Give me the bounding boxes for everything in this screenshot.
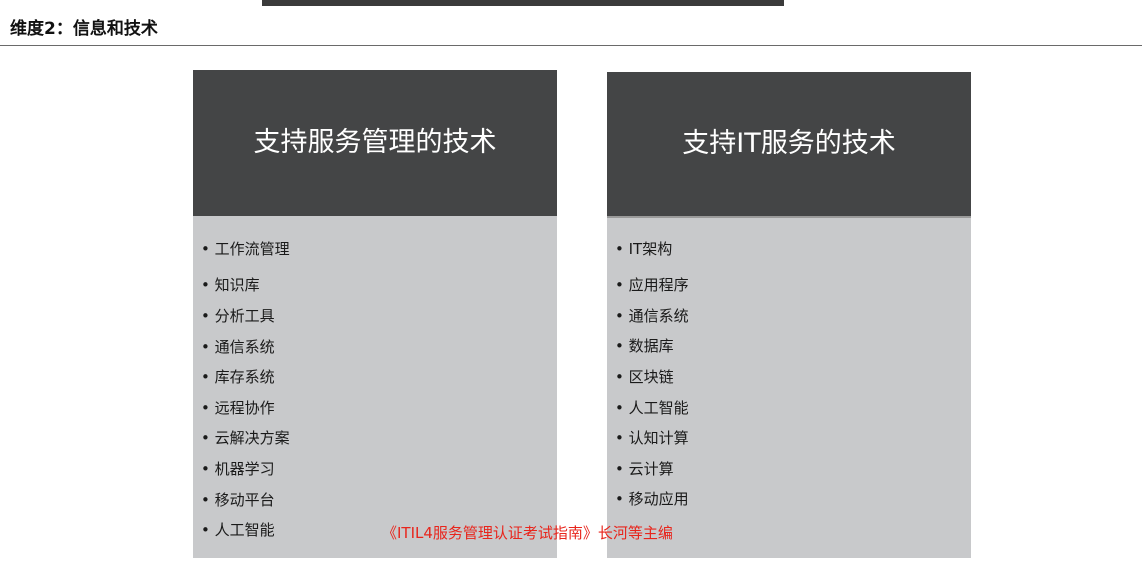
list-item: • 移动平台 — [201, 491, 275, 509]
list-item: • 机器学习 — [201, 460, 275, 478]
card-heading: 支持服务管理的技术 — [193, 70, 557, 216]
list-item: • 工作流管理 — [201, 240, 290, 258]
list-item: • 认知计算 — [615, 429, 689, 447]
card-heading: 支持IT服务的技术 — [607, 72, 971, 218]
top-decoration-bar — [262, 0, 784, 6]
title-divider — [0, 45, 1142, 46]
list-item: • IT架构 — [615, 240, 673, 258]
list-item: • 通信系统 — [201, 338, 275, 356]
list-item: • 人工智能 — [615, 399, 689, 417]
list-item: • 移动应用 — [615, 490, 689, 508]
list-item: • 区块链 — [615, 368, 674, 386]
list-item: • 应用程序 — [615, 276, 689, 294]
source-caption: 《ITIL4服务管理认证考试指南》长河等主编 — [382, 524, 673, 542]
list-item: • 远程协作 — [201, 399, 275, 417]
list-item: • 数据库 — [615, 337, 674, 355]
list-item: • 云解决方案 — [201, 429, 290, 447]
list-item: • 云计算 — [615, 460, 674, 478]
list-item: • 分析工具 — [201, 307, 275, 325]
card-service-management-tech: 支持服务管理的技术 • 工作流管理 • 知识库 • 分析工具 • 通信系统 • … — [193, 70, 557, 558]
list-item: • 人工智能 — [201, 521, 275, 539]
list-item: • 知识库 — [201, 276, 260, 294]
list-item: • 库存系统 — [201, 368, 275, 386]
page-title: 维度2：信息和技术 — [10, 19, 158, 39]
card-it-service-tech: 支持IT服务的技术 • IT架构 • 应用程序 • 通信系统 • 数据库 • 区… — [607, 72, 971, 558]
list-item: • 通信系统 — [615, 307, 689, 325]
